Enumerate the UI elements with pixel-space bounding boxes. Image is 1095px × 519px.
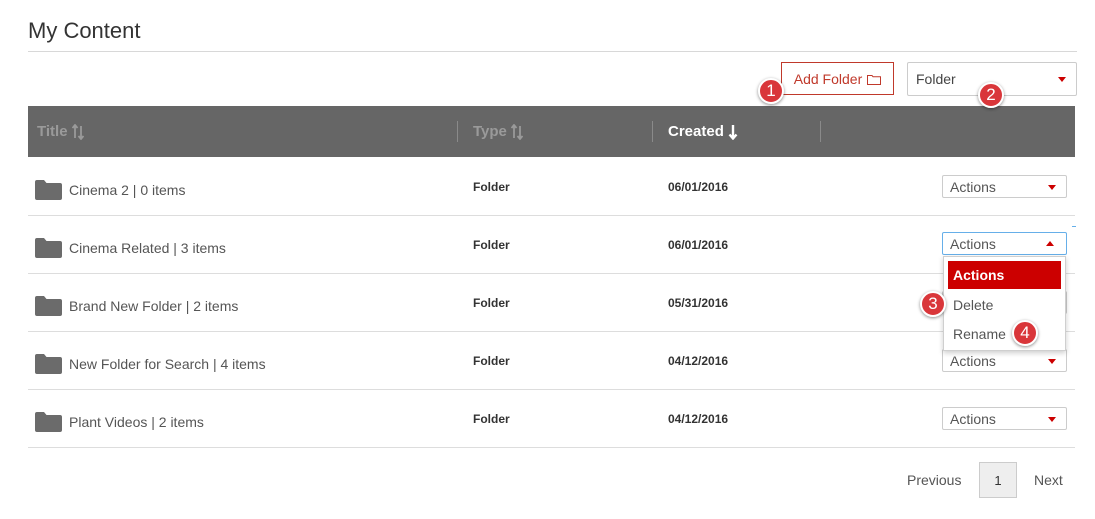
step-badge-4: 4 xyxy=(1012,320,1038,346)
row-type: Folder xyxy=(473,238,510,252)
column-separator xyxy=(457,121,458,142)
row-actions-select[interactable]: Actions xyxy=(942,175,1067,198)
column-header-created[interactable]: Created xyxy=(668,106,738,157)
row-title: Plant Videos | 2 items xyxy=(69,414,204,430)
row-title: Cinema 2 | 0 items xyxy=(69,182,186,198)
folder-icon xyxy=(35,296,62,316)
sort-down-icon xyxy=(728,124,738,140)
row-actions-value: Actions xyxy=(950,178,996,195)
row-created-date: 05/31/2016 xyxy=(668,296,729,310)
row-actions-select[interactable]: Actions xyxy=(942,349,1067,372)
table-row: Cinema Related | 3 items Folder 06/01/2016… xyxy=(28,216,1075,274)
caret-down-icon xyxy=(1048,416,1056,422)
row-actions-select[interactable]: Actions xyxy=(942,407,1067,430)
row-actions-select[interactable]: Actions xyxy=(942,232,1067,255)
folder-icon xyxy=(35,238,62,258)
caret-up-icon xyxy=(1046,240,1054,246)
focus-indicator xyxy=(1072,226,1076,227)
title-divider xyxy=(28,51,1077,52)
folder-icon xyxy=(35,180,62,200)
column-header-type-label: Type xyxy=(473,123,507,140)
type-filter-value: Folder xyxy=(916,71,956,87)
column-header-type[interactable]: Type xyxy=(473,106,523,157)
column-separator xyxy=(820,121,821,142)
row-actions-value: Actions xyxy=(950,352,996,369)
row-title-cell[interactable]: Plant Videos | 2 items xyxy=(35,390,204,448)
next-page-link[interactable]: Next xyxy=(1034,462,1063,498)
row-title: Cinema Related | 3 items xyxy=(69,240,226,256)
row-created-date: 06/01/2016 xyxy=(668,180,729,194)
menu-item-delete[interactable]: Delete xyxy=(948,290,1061,319)
row-title: Brand New Folder | 2 items xyxy=(69,298,239,314)
caret-down-icon xyxy=(1058,77,1066,82)
menu-item-rename[interactable]: Rename xyxy=(948,319,1061,348)
row-title: New Folder for Search | 4 items xyxy=(69,356,266,372)
row-type: Folder xyxy=(473,180,510,194)
row-created-date: 04/12/2016 xyxy=(668,412,729,426)
row-created-date: 04/12/2016 xyxy=(668,354,729,368)
step-badge-2: 2 xyxy=(978,82,1004,108)
previous-page-link[interactable]: Previous xyxy=(907,462,961,498)
column-header-title[interactable]: Title xyxy=(37,106,84,157)
add-folder-button[interactable]: Add Folder xyxy=(781,62,894,95)
column-header-created-label: Created xyxy=(668,123,724,140)
step-badge-3: 3 xyxy=(920,291,946,317)
caret-down-icon xyxy=(1048,358,1056,364)
row-type: Folder xyxy=(473,412,510,426)
sort-both-icon xyxy=(510,123,523,140)
row-title-cell[interactable]: Cinema Related | 3 items xyxy=(35,216,226,274)
column-separator xyxy=(652,121,653,142)
folder-outline-icon xyxy=(867,74,882,85)
step-badge-1: 1 xyxy=(758,78,784,104)
actions-dropdown-menu: Actions Delete Rename xyxy=(943,256,1066,351)
row-actions-value: Actions xyxy=(950,235,996,252)
page-number-button[interactable]: 1 xyxy=(979,462,1017,498)
table-row: Brand New Folder | 2 items Folder 05/31/20… xyxy=(28,274,1075,332)
table-row: Plant Videos | 2 items Folder 04/12/2016 Ac… xyxy=(28,390,1075,448)
row-title-cell[interactable]: New Folder for Search | 4 items xyxy=(35,332,266,390)
column-header-title-label: Title xyxy=(37,123,68,140)
row-actions-value: Actions xyxy=(950,410,996,427)
folder-icon xyxy=(35,412,62,432)
row-type: Folder xyxy=(473,296,510,310)
row-title-cell[interactable]: Brand New Folder | 2 items xyxy=(35,274,238,332)
sort-both-icon xyxy=(71,123,84,140)
table-row: Cinema 2 | 0 items Folder 06/01/2016 Action… xyxy=(28,158,1075,216)
folder-icon xyxy=(35,354,62,374)
menu-item-actions[interactable]: Actions xyxy=(948,261,1061,289)
table-header: Title Type Created xyxy=(28,106,1075,157)
caret-down-icon xyxy=(1048,184,1056,190)
row-type: Folder xyxy=(473,354,510,368)
row-title-cell[interactable]: Cinema 2 | 0 items xyxy=(35,158,185,216)
page-title: My Content xyxy=(28,18,141,43)
add-folder-label: Add Folder xyxy=(793,70,863,87)
table-row: New Folder for Search | 4 items Folder 04/… xyxy=(28,332,1075,390)
row-created-date: 06/01/2016 xyxy=(668,238,729,252)
